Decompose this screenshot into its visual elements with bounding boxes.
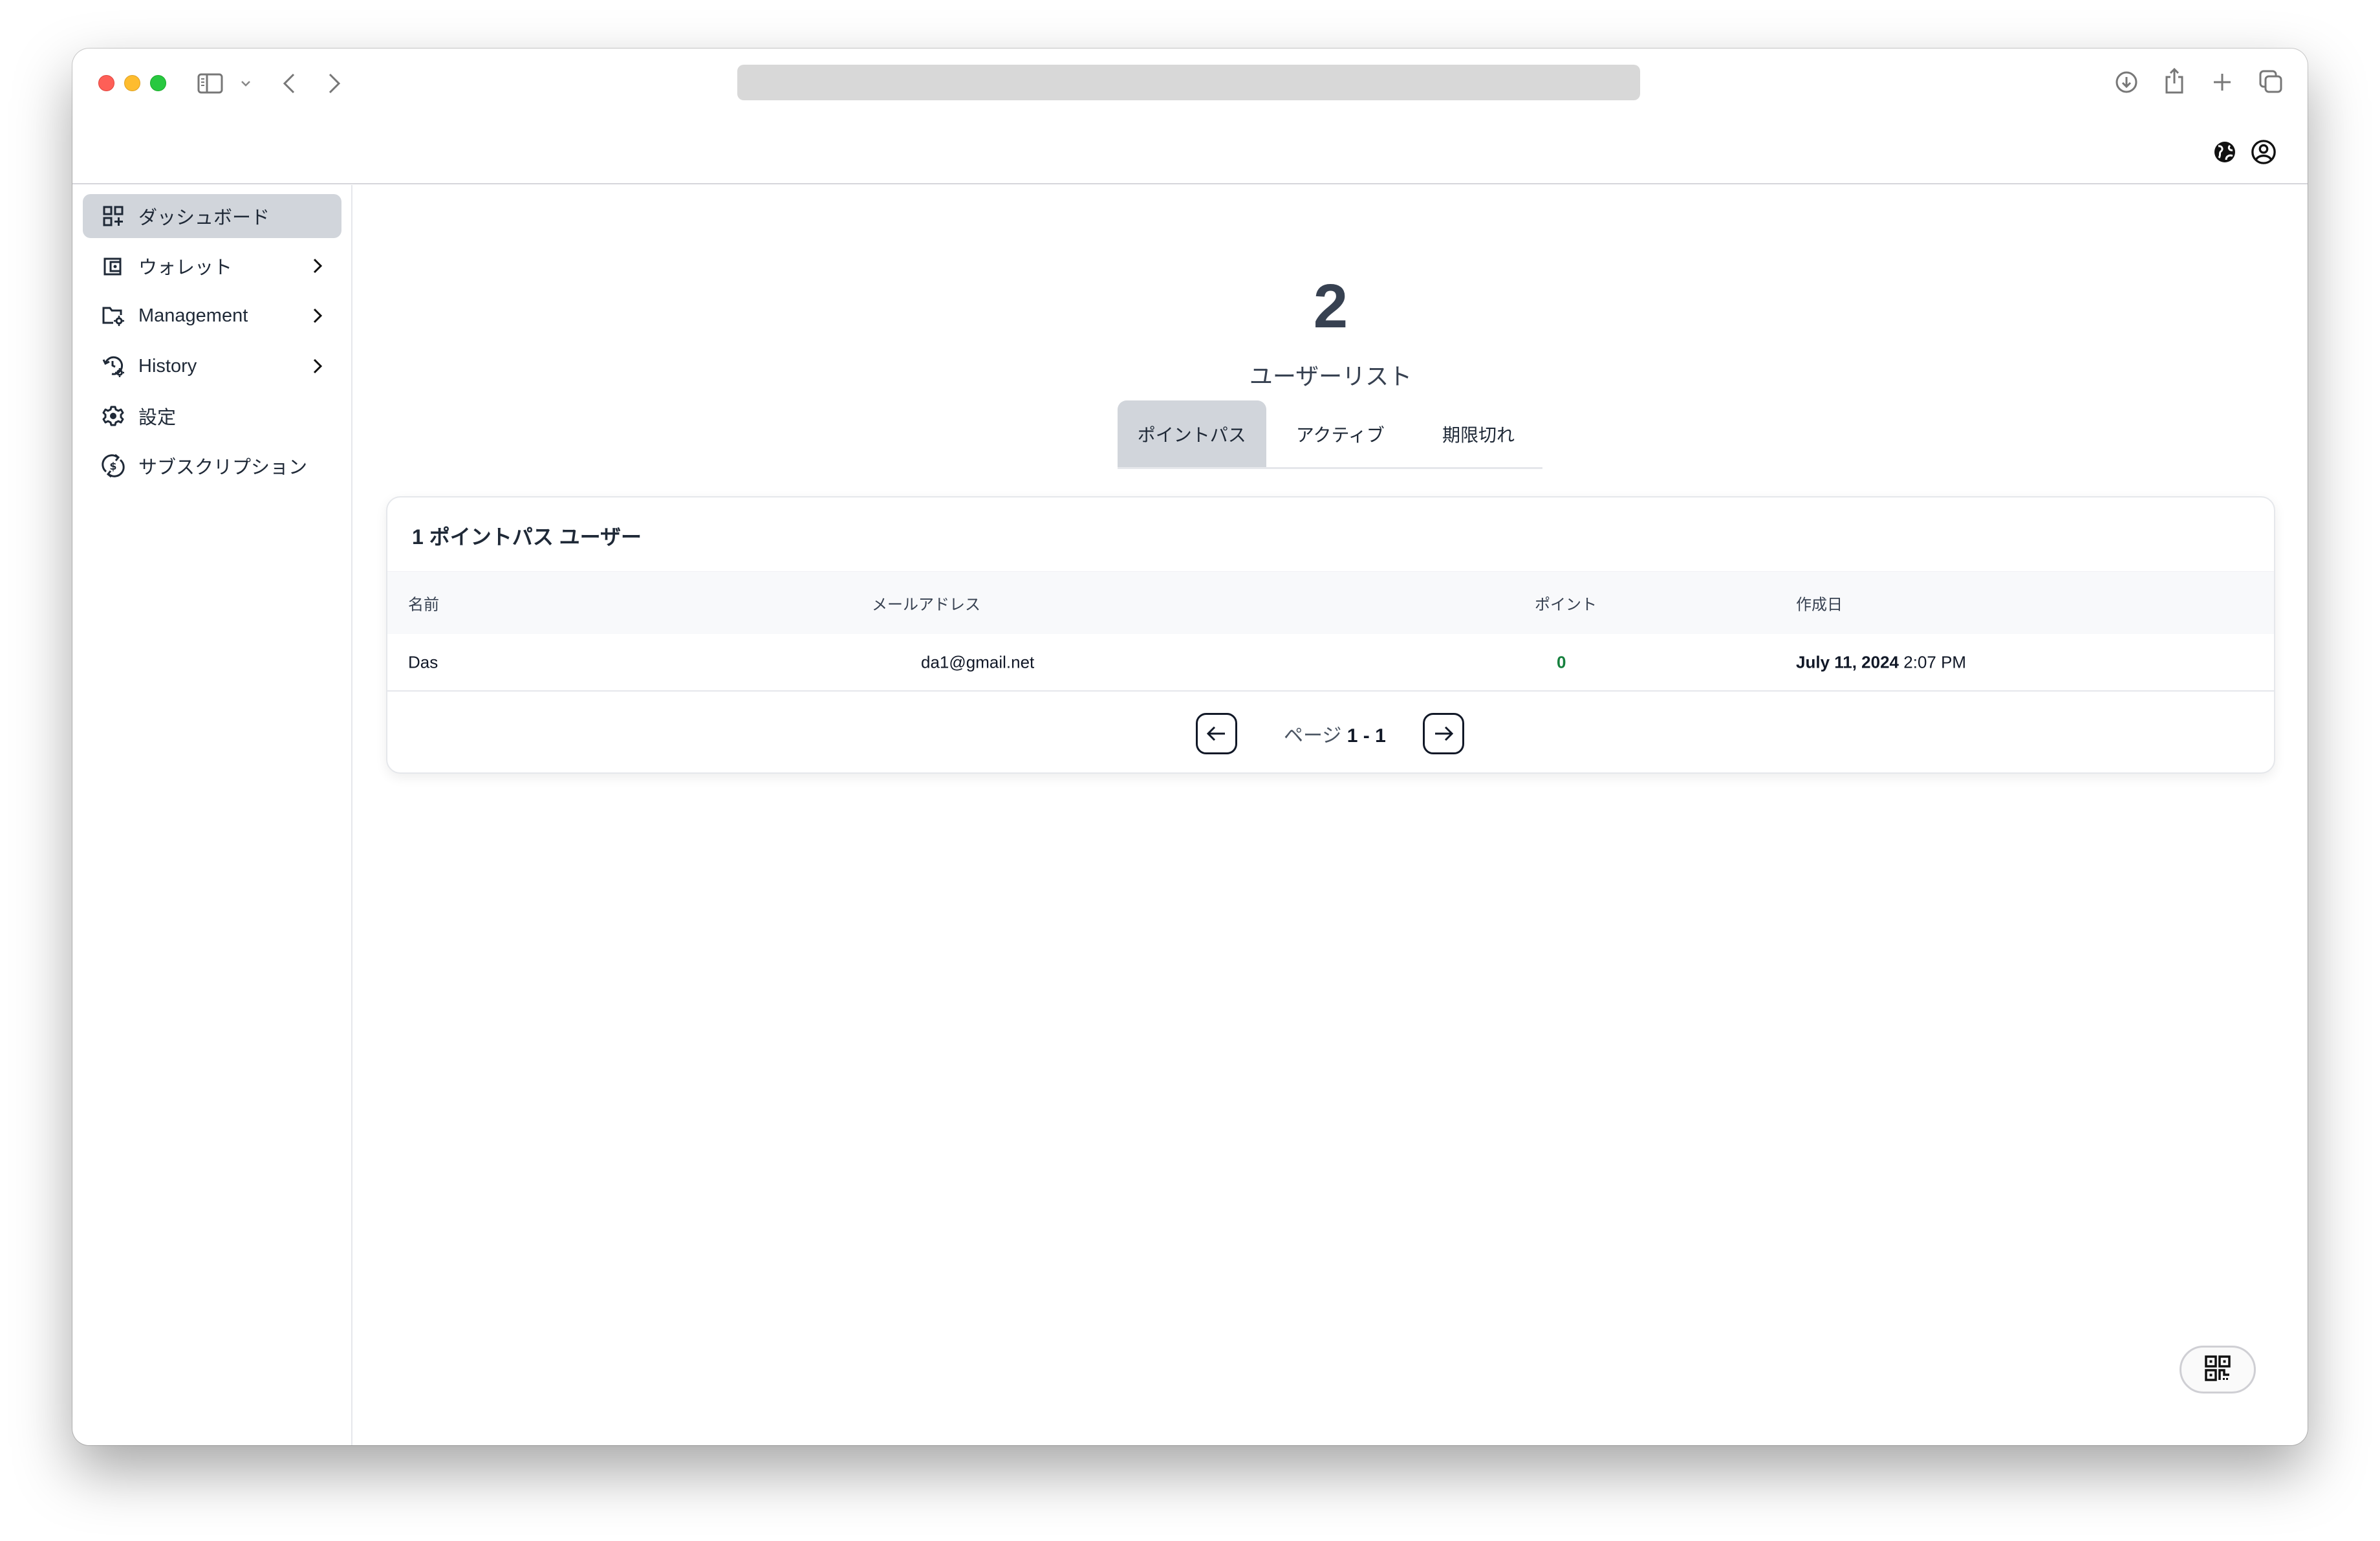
- address-bar[interactable]: [737, 65, 1640, 100]
- cell-name: Das: [408, 652, 438, 672]
- qr-code-button[interactable]: [2180, 1346, 2256, 1393]
- history-settings-icon: [101, 354, 125, 378]
- minimize-window-button[interactable]: [124, 75, 140, 91]
- page-indicator: ページ 1 - 1: [1284, 719, 1386, 748]
- cell-created: July 11, 2024 2:07 PM: [1796, 652, 1966, 672]
- sidebar-item-history[interactable]: History: [83, 344, 341, 388]
- sidebar-item-settings[interactable]: 設定: [83, 394, 341, 438]
- back-icon[interactable]: [279, 72, 299, 95]
- tab-overview-icon[interactable]: [2258, 69, 2283, 94]
- wallet-icon: [101, 254, 125, 278]
- cell-email: da1@gmail.net: [921, 652, 1035, 672]
- user-account-icon[interactable]: [2251, 139, 2277, 165]
- created-date: July 11, 2024: [1796, 652, 1899, 672]
- subscription-icon: $: [101, 454, 125, 478]
- column-header-created: 作成日: [1796, 596, 1843, 614]
- dashboard-icon: [101, 204, 125, 228]
- forward-icon[interactable]: [325, 72, 344, 95]
- app-header-icons: [2212, 139, 2277, 165]
- card-title: 1 ポイントパス ユーザー: [412, 525, 642, 549]
- table-row[interactable]: Das da1@gmail.net 0 July 11, 2024 2:07 P…: [387, 634, 2274, 692]
- maximize-window-button[interactable]: [150, 75, 166, 91]
- user-count: 2: [1313, 272, 1348, 341]
- browser-window: ダッシュボード ウォレット Management History 設定 $ サブ…: [72, 49, 2308, 1445]
- tab-active[interactable]: アクティブ: [1266, 400, 1415, 467]
- previous-page-button[interactable]: [1196, 713, 1237, 754]
- svg-text:$: $: [109, 460, 116, 472]
- sidebar-item-label: ウォレット: [138, 257, 233, 278]
- download-icon[interactable]: [2115, 71, 2138, 94]
- folder-settings-icon: [101, 303, 125, 328]
- sidebar-item-label: Management: [138, 305, 248, 326]
- users-card: 1 ポイントパス ユーザー 名前 メールアドレス ポイント 作成日 Das da…: [386, 496, 2275, 774]
- qr-code-icon: [2205, 1355, 2231, 1384]
- chevron-down-icon[interactable]: [239, 77, 252, 90]
- tab-expired[interactable]: 期限切れ: [1414, 400, 1542, 467]
- page-range: 1 - 1: [1347, 725, 1386, 747]
- sidebar-item-label: サブスクリプション: [138, 457, 308, 478]
- pagination: ページ 1 - 1: [387, 692, 2274, 772]
- browser-toolbar: [72, 49, 2308, 184]
- gear-icon: [101, 404, 125, 428]
- main-content: 2 ユーザーリスト ポイントパス アクティブ 期限切れ 1 ポイントパス ユーザ…: [354, 185, 2308, 1445]
- created-time: 2:07 PM: [1903, 652, 1967, 672]
- arrow-left-icon: [1206, 726, 1225, 741]
- user-tabs: ポイントパス アクティブ 期限切れ: [1118, 400, 1542, 469]
- tab-point-pass[interactable]: ポイントパス: [1118, 400, 1266, 467]
- column-header-email: メールアドレス: [872, 596, 980, 614]
- sidebar: ダッシュボード ウォレット Management History 設定 $ サブ…: [72, 185, 352, 1445]
- new-tab-icon[interactable]: [2211, 71, 2234, 94]
- sidebar-item-management[interactable]: Management: [83, 294, 341, 338]
- chevron-right-icon: [309, 307, 326, 324]
- sidebar-item-label: 設定: [138, 408, 177, 428]
- next-page-button[interactable]: [1423, 713, 1464, 754]
- sidebar-item-dashboard[interactable]: ダッシュボード: [83, 194, 341, 238]
- sidebar-item-subscription[interactable]: $ サブスクリプション: [83, 444, 341, 488]
- column-header-points: ポイント: [1535, 596, 1597, 614]
- sidebar-item-label: History: [138, 355, 197, 377]
- close-window-button[interactable]: [98, 75, 114, 91]
- chevron-right-icon: [309, 358, 326, 375]
- page-prefix: ページ: [1284, 725, 1342, 747]
- sidebar-item-wallet[interactable]: ウォレット: [83, 244, 341, 288]
- column-header-name: 名前: [408, 596, 439, 614]
- user-list-label: ユーザーリスト: [1249, 363, 1412, 389]
- arrow-right-icon: [1435, 726, 1454, 741]
- sidebar-item-label: ダッシュボード: [138, 208, 270, 228]
- cell-points: 0: [1557, 652, 1566, 672]
- share-icon[interactable]: [2163, 67, 2186, 95]
- sidebar-toggle-icon[interactable]: [197, 73, 223, 94]
- globe-icon[interactable]: [2212, 139, 2238, 165]
- chevron-right-icon: [309, 257, 326, 274]
- table-header: 名前 メールアドレス ポイント 作成日: [387, 571, 2274, 634]
